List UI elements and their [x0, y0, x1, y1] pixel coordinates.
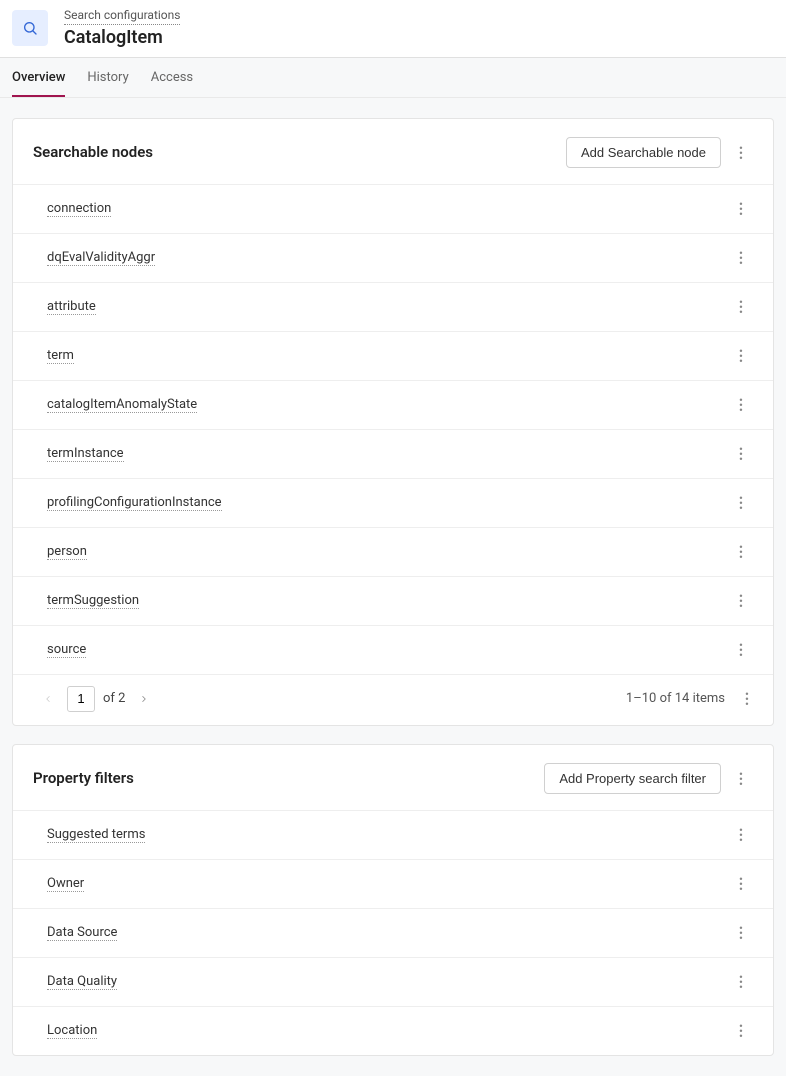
tabs-bar: Overview History Access [0, 58, 786, 98]
searchable-node-row-more-button[interactable] [729, 342, 753, 370]
more-vertical-icon [739, 925, 742, 940]
property-filter-row: Suggested terms [13, 810, 773, 859]
searchable-node-row: attribute [13, 282, 773, 331]
searchable-node-row-more-button[interactable] [729, 636, 753, 664]
searchable-node-row-more-button[interactable] [729, 391, 753, 419]
searchable-node-link[interactable]: connection [47, 201, 111, 217]
content-area: Searchable nodes Add Searchable node con… [0, 98, 786, 1076]
searchable-node-link[interactable]: source [47, 642, 86, 658]
searchable-node-link[interactable]: person [47, 544, 87, 560]
property-filter-link[interactable]: Suggested terms [47, 827, 145, 843]
property-filters-title: Property filters [33, 769, 134, 787]
more-vertical-icon [739, 145, 742, 160]
searchable-nodes-panel: Searchable nodes Add Searchable node con… [12, 118, 774, 726]
more-vertical-icon [739, 446, 742, 461]
searchable-node-row-more-button[interactable] [729, 538, 753, 566]
add-searchable-node-button[interactable]: Add Searchable node [566, 137, 721, 168]
searchable-node-row: connection [13, 184, 773, 233]
searchable-node-row: source [13, 625, 773, 674]
property-filter-row: Location [13, 1006, 773, 1055]
more-vertical-icon [739, 771, 742, 786]
searchable-node-link[interactable]: attribute [47, 299, 96, 315]
searchable-node-row: profilingConfigurationInstance [13, 478, 773, 527]
property-filter-row-more-button[interactable] [729, 968, 753, 996]
more-vertical-icon [739, 876, 742, 891]
searchable-node-row: catalogItemAnomalyState [13, 380, 773, 429]
breadcrumb[interactable]: Search configurations [64, 8, 180, 25]
searchable-nodes-paginator: of 2 1–10 of 14 items [13, 674, 773, 725]
search-config-icon [12, 10, 48, 46]
more-vertical-icon [739, 299, 742, 314]
searchable-node-link[interactable]: dqEvalValidityAggr [47, 250, 155, 266]
property-filter-link[interactable]: Owner [47, 876, 84, 892]
property-filters-more-button[interactable] [729, 764, 753, 792]
property-filter-row: Data Source [13, 908, 773, 957]
more-vertical-icon [739, 397, 742, 412]
prev-page-button[interactable] [37, 688, 59, 710]
tab-overview[interactable]: Overview [12, 58, 65, 97]
property-filter-row: Data Quality [13, 957, 773, 1006]
searchable-node-row-more-button[interactable] [729, 244, 753, 272]
page-header: Search configurations CatalogItem [0, 0, 786, 58]
property-filter-link[interactable]: Location [47, 1023, 97, 1039]
searchable-node-row: termSuggestion [13, 576, 773, 625]
more-vertical-icon [739, 495, 742, 510]
property-filter-row-more-button[interactable] [729, 919, 753, 947]
searchable-node-link[interactable]: termSuggestion [47, 593, 139, 609]
tab-access[interactable]: Access [151, 58, 193, 97]
searchable-node-row-more-button[interactable] [729, 293, 753, 321]
searchable-node-link[interactable]: term [47, 348, 74, 364]
page-number-input[interactable] [67, 686, 95, 712]
property-filter-row-more-button[interactable] [729, 1017, 753, 1045]
add-property-filter-button[interactable]: Add Property search filter [544, 763, 721, 794]
more-vertical-icon [739, 642, 742, 657]
property-filter-row-more-button[interactable] [729, 870, 753, 898]
searchable-node-link[interactable]: catalogItemAnomalyState [47, 397, 197, 413]
more-vertical-icon [739, 974, 742, 989]
page-title: CatalogItem [64, 26, 180, 49]
paginator-more-button[interactable] [735, 685, 759, 713]
searchable-node-row: person [13, 527, 773, 576]
more-vertical-icon [739, 593, 742, 608]
searchable-node-row: term [13, 331, 773, 380]
more-vertical-icon [745, 691, 748, 706]
more-vertical-icon [739, 827, 742, 842]
searchable-node-link[interactable]: profilingConfigurationInstance [47, 495, 222, 511]
searchable-node-row-more-button[interactable] [729, 195, 753, 223]
property-filter-row-more-button[interactable] [729, 821, 753, 849]
more-vertical-icon [739, 348, 742, 363]
page-range-label: 1–10 of 14 items [626, 691, 725, 706]
property-filter-link[interactable]: Data Quality [47, 974, 117, 990]
page-of-label: of 2 [103, 691, 125, 706]
searchable-node-row-more-button[interactable] [729, 587, 753, 615]
more-vertical-icon [739, 1023, 742, 1038]
searchable-node-link[interactable]: termInstance [47, 446, 124, 462]
searchable-nodes-more-button[interactable] [729, 138, 753, 166]
property-filter-link[interactable]: Data Source [47, 925, 117, 941]
searchable-node-row: termInstance [13, 429, 773, 478]
searchable-nodes-title: Searchable nodes [33, 143, 153, 161]
more-vertical-icon [739, 250, 742, 265]
property-filter-row: Owner [13, 859, 773, 908]
next-page-button[interactable] [133, 688, 155, 710]
more-vertical-icon [739, 544, 742, 559]
more-vertical-icon [739, 201, 742, 216]
searchable-node-row-more-button[interactable] [729, 489, 753, 517]
searchable-node-row-more-button[interactable] [729, 440, 753, 468]
property-filters-panel: Property filters Add Property search fil… [12, 744, 774, 1056]
searchable-node-row: dqEvalValidityAggr [13, 233, 773, 282]
tab-history[interactable]: History [87, 58, 128, 97]
